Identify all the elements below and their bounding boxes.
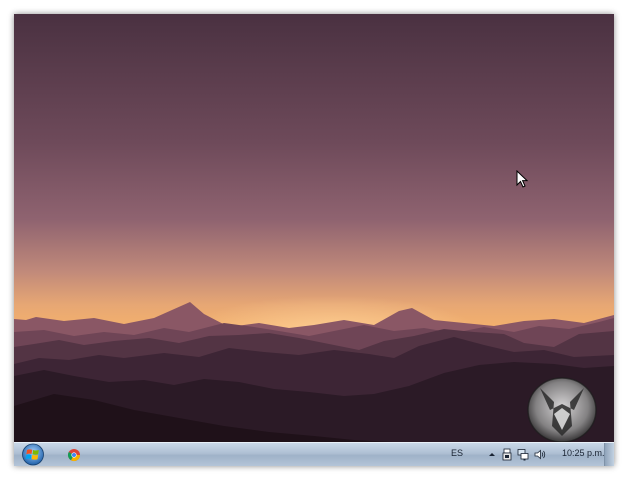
taskbar: ES 10:25 p.m.: [14, 442, 614, 466]
network-icon[interactable]: [517, 448, 529, 461]
volume-icon[interactable]: [534, 448, 546, 461]
show-hidden-icons[interactable]: [486, 448, 498, 461]
windows-start-orb-icon[interactable]: [18, 443, 48, 466]
usb-device-icon[interactable]: [501, 448, 513, 461]
desktop[interactable]: [14, 14, 614, 442]
show-desktop-button[interactable]: [604, 443, 614, 466]
desktop-gadget-emblem-icon[interactable]: [524, 374, 600, 442]
screen-frame: ES 10:25 p.m.: [14, 14, 614, 466]
clock[interactable]: 10:25 p.m.: [562, 448, 605, 458]
language-indicator[interactable]: ES: [451, 448, 463, 458]
system-tray: ES 10:25 p.m.: [446, 443, 614, 466]
mouse-cursor-icon: [516, 170, 528, 188]
chrome-icon[interactable]: [62, 444, 86, 466]
